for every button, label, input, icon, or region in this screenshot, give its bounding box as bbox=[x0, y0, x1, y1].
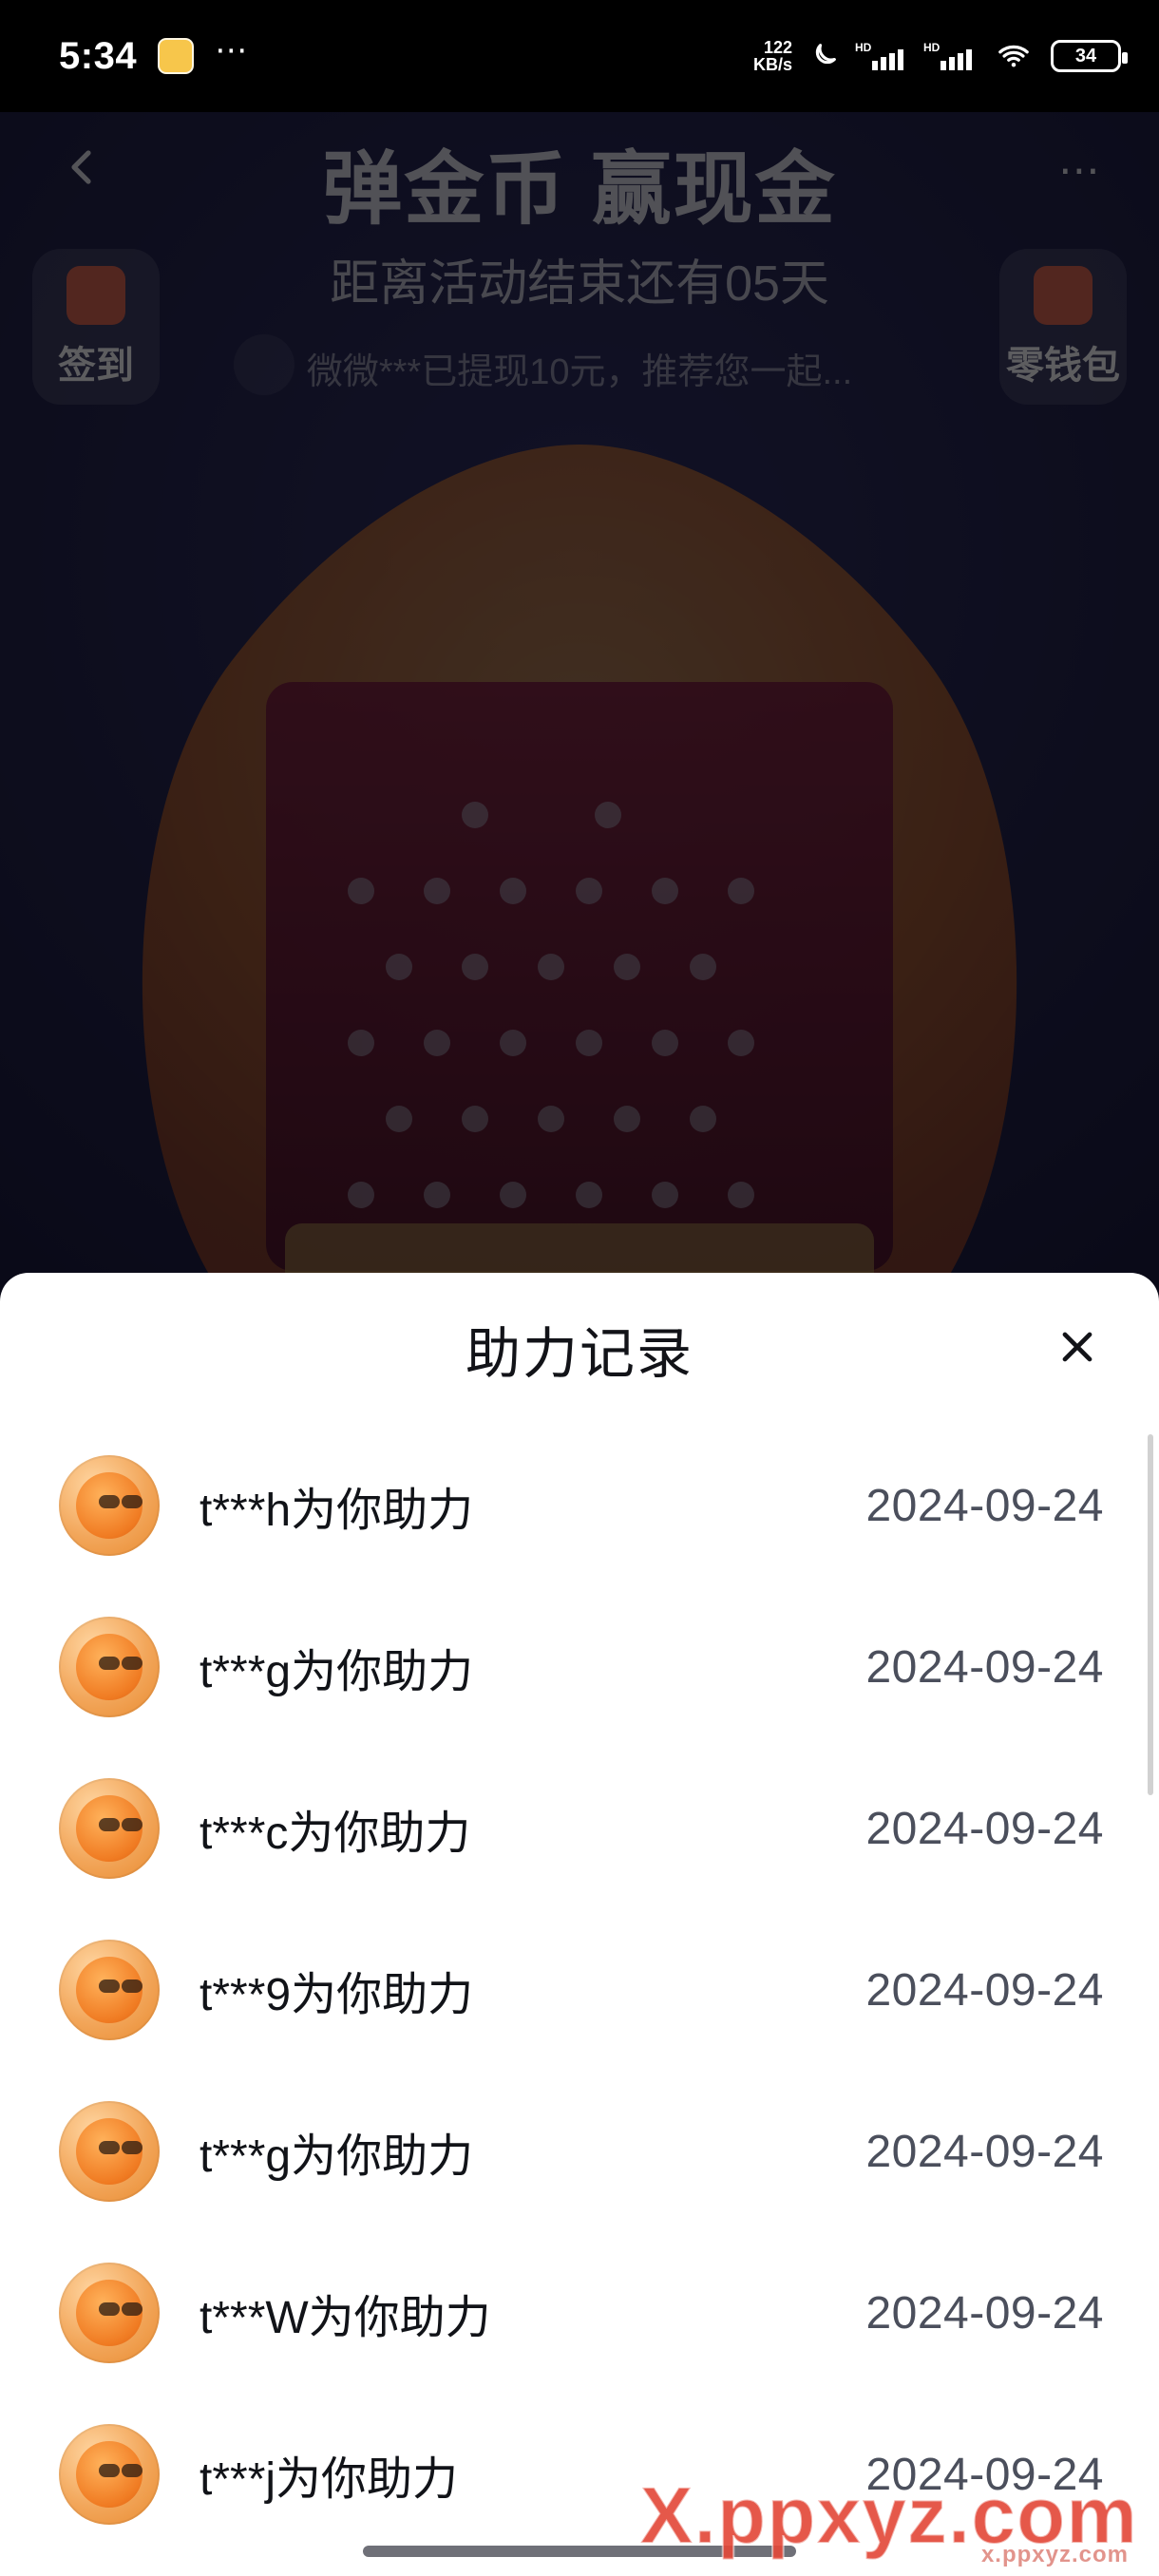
signal-hd-icon: HD bbox=[923, 40, 977, 72]
close-button[interactable] bbox=[1043, 1315, 1112, 1383]
note-icon bbox=[158, 38, 195, 74]
watermark-sub: x.ppxyz.com bbox=[980, 2542, 1129, 2567]
list-item: t***9为你助力 2024-09-24 bbox=[0, 1909, 1159, 2071]
more-dots-icon: ⋯ bbox=[215, 32, 251, 68]
list-item: t***g为你助力 2024-09-24 bbox=[0, 1586, 1159, 1748]
avatar bbox=[59, 1940, 160, 2040]
avatar bbox=[59, 1455, 160, 1556]
record-date: 2024-09-24 bbox=[865, 1964, 1104, 2016]
svg-text:HD: HD bbox=[923, 41, 940, 54]
record-date: 2024-09-24 bbox=[865, 2287, 1104, 2339]
moon-icon bbox=[808, 40, 840, 72]
close-icon bbox=[1053, 1322, 1102, 1376]
list-item: t***c为你助力 2024-09-24 bbox=[0, 1748, 1159, 1909]
background-title: 弹金币 赢现金 bbox=[322, 144, 837, 234]
status-bar: 5:34 ⋯ 122 KB/s HD HD 34 bbox=[0, 0, 1159, 112]
record-text: t***h为你助力 bbox=[200, 1486, 474, 1536]
record-text: t***g为你助力 bbox=[200, 1647, 474, 1697]
game-machine-illustration bbox=[142, 445, 1017, 1328]
record-date: 2024-09-24 bbox=[865, 1480, 1104, 1531]
background-subtitle: 距离活动结束还有05天 bbox=[330, 256, 829, 312]
svg-text:HD: HD bbox=[855, 41, 872, 54]
record-text: t***W为你助力 bbox=[200, 2293, 491, 2343]
record-text: t***9为你助力 bbox=[200, 1970, 474, 2020]
battery-icon: 34 bbox=[1051, 40, 1128, 72]
record-date: 2024-09-24 bbox=[865, 1803, 1104, 1854]
record-text: t***g为你助力 bbox=[200, 2131, 474, 2182]
avatar bbox=[59, 2424, 160, 2525]
network-speed-top: 122 bbox=[763, 38, 792, 57]
status-time: 5:34 bbox=[59, 34, 138, 77]
record-date: 2024-09-24 bbox=[865, 2126, 1104, 2177]
avatar bbox=[59, 1778, 160, 1879]
record-text: t***c为你助力 bbox=[200, 1809, 471, 1859]
status-right: 122 KB/s HD HD 34 bbox=[753, 39, 1128, 73]
sheet-header: 助力记录 bbox=[0, 1273, 1159, 1425]
list-item: t***h为你助力 2024-09-24 bbox=[0, 1425, 1159, 1586]
record-date: 2024-09-24 bbox=[865, 1641, 1104, 1693]
help-records-list: t***h为你助力 2024-09-24 t***g为你助力 2024-09-2… bbox=[0, 1425, 1159, 2555]
status-left: 5:34 ⋯ bbox=[59, 32, 251, 78]
bottom-sheet: 助力记录 t***h为你助力 2024-09-24 t***g为你助力 2024… bbox=[0, 1273, 1159, 2576]
watermark: X.ppxyz.com x.ppxyz.com bbox=[639, 2474, 1138, 2567]
battery-level: 34 bbox=[1074, 45, 1097, 66]
signal-hd-icon: HD bbox=[855, 40, 908, 72]
avatar bbox=[59, 2101, 160, 2202]
avatar bbox=[59, 2263, 160, 2363]
network-speed: 122 KB/s bbox=[753, 39, 792, 73]
wifi-icon bbox=[992, 40, 1036, 72]
avatar bbox=[59, 1617, 160, 1717]
sheet-title: 助力记录 bbox=[465, 1323, 694, 1385]
network-speed-bottom: KB/s bbox=[752, 55, 792, 74]
list-item: t***W为你助力 2024-09-24 bbox=[0, 2232, 1159, 2394]
list-item: t***g为你助力 2024-09-24 bbox=[0, 2071, 1159, 2232]
